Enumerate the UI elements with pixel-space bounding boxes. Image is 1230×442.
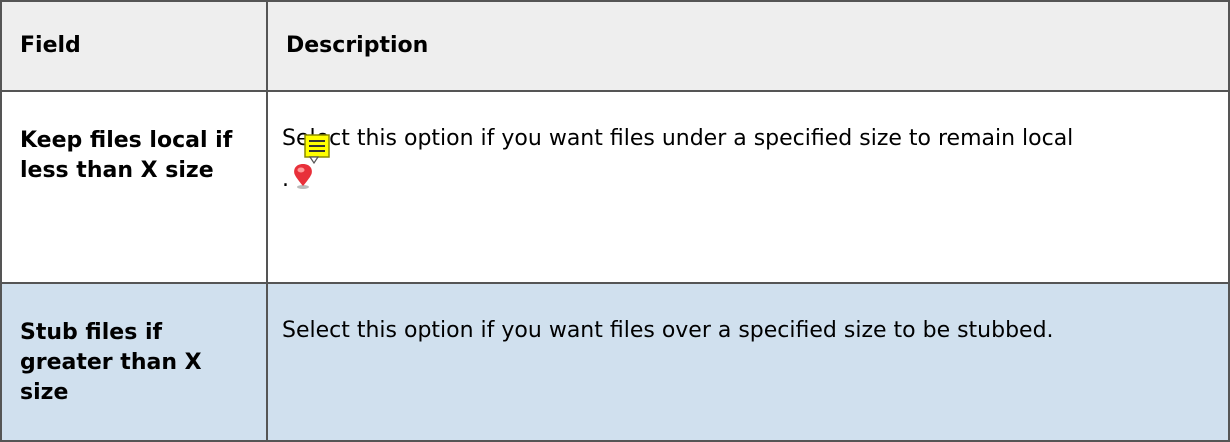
description-cell: Select this option if you want files ove… <box>266 282 1230 442</box>
table-row: Stub files if greater than X size Select… <box>0 282 1230 442</box>
header-field-label: Field <box>20 33 81 58</box>
field-name: Stub files if greater than X size <box>20 320 202 405</box>
field-name: Keep files local if less than X size <box>20 128 233 183</box>
location-pin-icon[interactable] <box>291 162 315 190</box>
field-cell: Keep files local if less than X size <box>0 90 268 284</box>
header-field: Field <box>0 0 268 92</box>
header-description: Description <box>266 0 1230 92</box>
table-row: Keep files local if less than X size Sel… <box>0 90 1230 284</box>
sticky-note-icon[interactable] <box>304 134 330 164</box>
header-description-label: Description <box>286 33 429 58</box>
trailing-period: . <box>282 167 289 192</box>
description-cell: Select this option if you want files und… <box>266 90 1230 284</box>
description-text: Select this option if you want files ove… <box>282 318 1054 343</box>
field-description-table: Field Description Keep files local if le… <box>0 0 1230 442</box>
description-text: Select this option if you want files und… <box>282 126 1074 151</box>
table-header-row: Field Description <box>0 0 1230 92</box>
field-cell: Stub files if greater than X size <box>0 282 268 442</box>
trailing-line: . <box>282 162 1210 195</box>
